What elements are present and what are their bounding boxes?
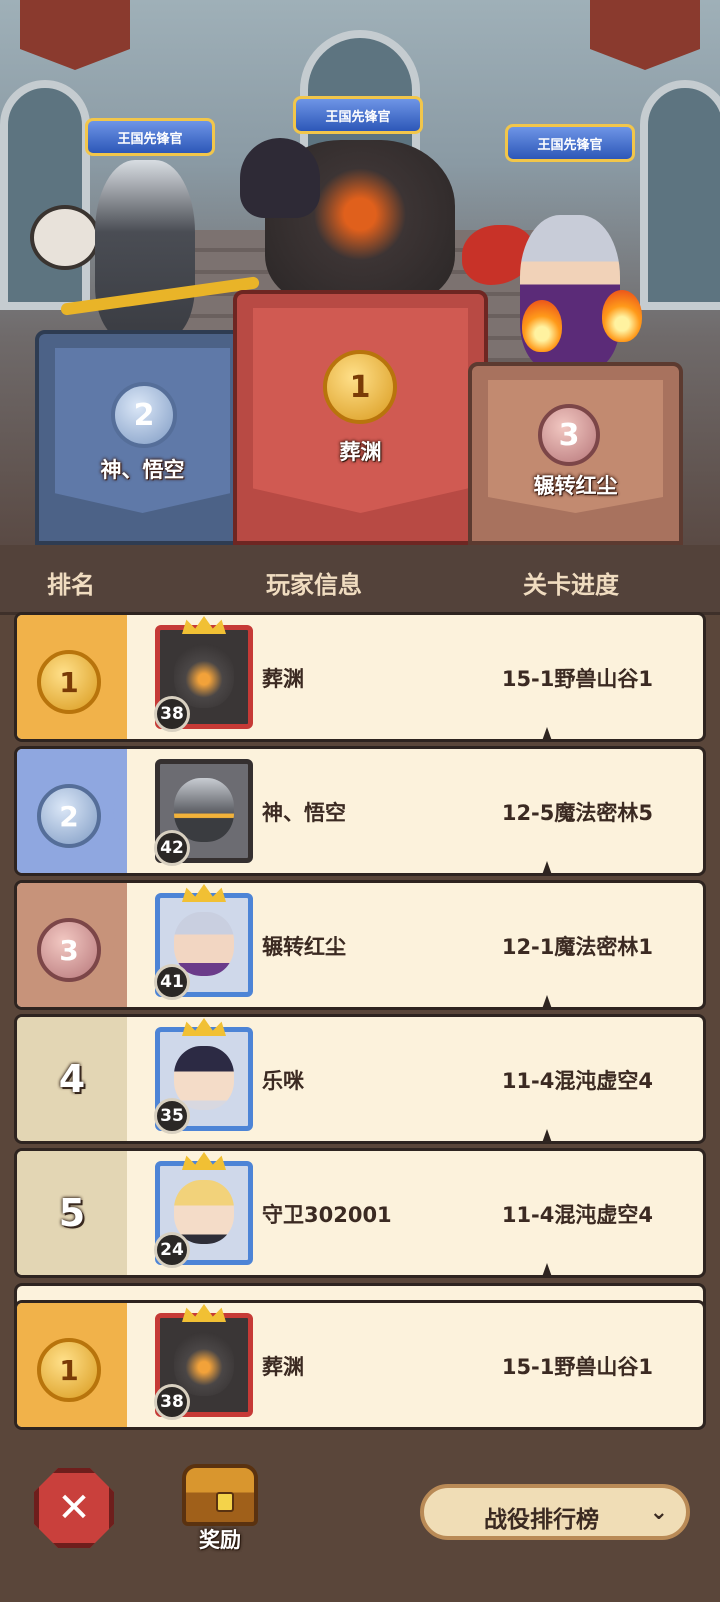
reward-button[interactable]: 奖励 — [180, 1462, 260, 1562]
treasure-chest-icon — [182, 1464, 258, 1526]
crown-icon — [182, 1304, 226, 1322]
player-name: 乐咪 — [262, 1069, 304, 1093]
avatar[interactable]: 38 — [154, 616, 253, 732]
avatar[interactable]: 24 — [154, 1152, 253, 1268]
player-name: 神、悟空 — [262, 801, 346, 825]
dragon-pet — [240, 138, 320, 218]
level-badge: 35 — [154, 1098, 190, 1134]
header-rank: 排名 — [47, 571, 95, 599]
my-rank-row[interactable]: 1 38 葬渊 15-1野兽山谷1 — [14, 1300, 706, 1430]
leaderboard-header: 排名 玩家信息 关卡进度 — [0, 545, 720, 615]
leaderboard-row[interactable]: 5 24 守卫302001 11-4混沌虚空4 — [14, 1148, 706, 1278]
crown-icon — [182, 616, 226, 634]
row-notch — [542, 1129, 552, 1141]
leaderboard-row[interactable]: 3 41 辗转红尘 12-1魔法密林1 — [14, 880, 706, 1010]
rank-number: 5 — [58, 1191, 86, 1235]
stage-progress: 11-4混沌虚空4 — [501, 1069, 653, 1093]
leaderboard-type-dropdown[interactable]: 战役排行榜 ⌄ — [420, 1484, 690, 1540]
lock-icon — [216, 1492, 234, 1512]
level-badge: 24 — [154, 1232, 190, 1268]
player-name: 葬渊 — [262, 1355, 304, 1379]
rank-1-medal-icon: 1 — [37, 1338, 101, 1402]
avatar[interactable]: 41 — [154, 884, 253, 1000]
title-badge-first: 王国先锋官 — [293, 96, 423, 134]
podium-first-name: 葬渊 — [339, 440, 382, 464]
row-notch — [542, 861, 552, 873]
rank-1-medal-icon: 1 — [37, 650, 101, 714]
leaderboard-row[interactable]: 1 38 葬渊 15-1野兽山谷1 — [14, 612, 706, 742]
rank-cell: 1 — [17, 615, 127, 739]
stage-progress: 12-5魔法密林5 — [501, 801, 653, 825]
player-name: 葬渊 — [262, 667, 304, 691]
leaderboard-row[interactable]: 2 42 神、悟空 12-5魔法密林5 — [14, 746, 706, 876]
title-badge-third: 王国先锋官 — [505, 124, 635, 162]
podium-first[interactable]: 1 葬渊 — [233, 290, 488, 545]
mage-portrait — [174, 912, 234, 976]
rank-cell: 2 — [17, 749, 127, 873]
crown-icon — [182, 1152, 226, 1170]
avatar[interactable]: 42 — [154, 759, 253, 866]
podium-second-name: 神、悟空 — [100, 458, 185, 482]
row-notch — [542, 1263, 552, 1275]
crown-icon — [182, 884, 226, 902]
rank-cell: 1 — [17, 1303, 127, 1427]
crown-icon — [182, 1018, 226, 1036]
title-badge-second: 王国先锋官 — [85, 118, 215, 156]
row-notch — [542, 995, 552, 1007]
avatar[interactable]: 38 — [154, 1304, 253, 1420]
reward-label: 奖励 — [199, 1528, 241, 1552]
row-notch — [542, 727, 552, 739]
rank-2-medal-icon: 2 — [111, 382, 177, 448]
crossed-swords-icon: ✕ — [57, 1485, 91, 1531]
golem-portrait — [174, 1332, 234, 1396]
rank-2-medal-icon: 2 — [37, 784, 101, 848]
level-badge: 38 — [154, 696, 190, 732]
rank-cell: 5 — [17, 1151, 127, 1275]
knight-hero[interactable] — [95, 160, 195, 340]
podium-third-name: 辗转红尘 — [533, 474, 618, 498]
stage-progress: 12-1魔法密林1 — [501, 935, 653, 959]
close-button[interactable]: ✕ — [34, 1468, 114, 1548]
podium-third[interactable]: 3 辗转红尘 — [468, 362, 683, 545]
rank-number: 4 — [58, 1057, 86, 1101]
princess-portrait — [174, 1046, 234, 1110]
podium-scene: 王国先锋官 王国先锋官 王国先锋官 2 神、悟空 1 葬渊 3 辗转红尘 — [0, 0, 720, 545]
level-badge: 42 — [154, 830, 190, 866]
rank-1-medal-icon: 1 — [323, 350, 397, 424]
player-name: 守卫302001 — [262, 1203, 392, 1227]
rank-cell: 3 — [17, 883, 127, 1007]
wall-banner — [20, 0, 130, 70]
golem-portrait — [174, 644, 234, 708]
castle-window — [0, 80, 90, 310]
fire-icon — [522, 300, 562, 352]
stage-progress: 15-1野兽山谷1 — [501, 1355, 653, 1379]
knight-portrait — [174, 778, 234, 842]
wall-banner — [590, 0, 700, 70]
castle-window — [640, 80, 720, 310]
dropdown-label: 战役排行榜 — [484, 1507, 599, 1533]
stage-progress: 11-4混沌虚空4 — [501, 1203, 653, 1227]
fire-icon — [602, 290, 642, 342]
rank-3-medal-icon: 3 — [538, 404, 600, 466]
avatar[interactable]: 35 — [154, 1018, 253, 1134]
header-progress: 关卡进度 — [523, 571, 619, 599]
header-player: 玩家信息 — [266, 571, 362, 599]
level-badge: 41 — [154, 964, 190, 1000]
leaderboard-row[interactable]: 4 35 乐咪 11-4混沌虚空4 — [14, 1014, 706, 1144]
level-badge: 38 — [154, 1384, 190, 1420]
guard-portrait — [174, 1180, 234, 1244]
rank-3-medal-icon: 3 — [37, 918, 101, 982]
chevron-down-icon: ⌄ — [649, 1500, 668, 1525]
podium-second[interactable]: 2 神、悟空 — [35, 330, 250, 545]
player-name: 辗转红尘 — [262, 935, 346, 959]
panda-pet — [30, 205, 100, 270]
stage-progress: 15-1野兽山谷1 — [501, 667, 653, 691]
rank-cell: 4 — [17, 1017, 127, 1141]
